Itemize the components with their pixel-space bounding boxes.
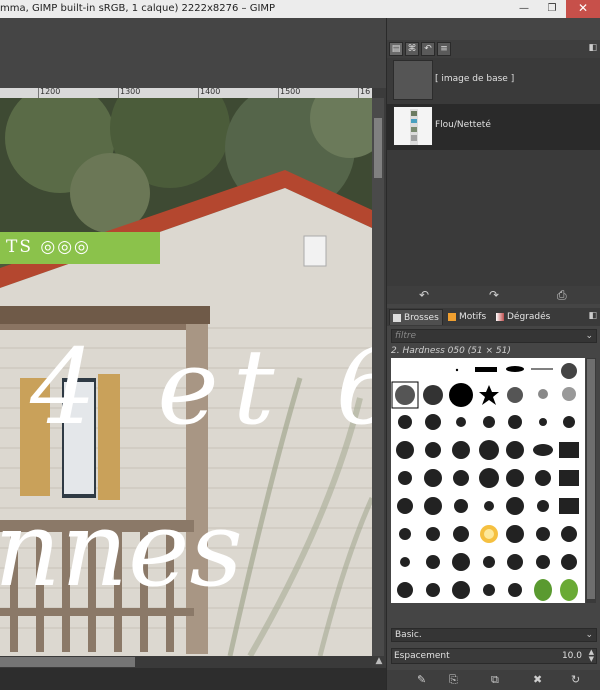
layer-row[interactable]: [ image de base ] xyxy=(387,58,600,104)
layer-name: Flou/Netteté xyxy=(435,120,491,130)
spinner-icon[interactable]: ▲ ▼ xyxy=(589,649,594,663)
tab-brushes[interactable]: Brosses xyxy=(389,309,443,325)
brush-tab-icon xyxy=(393,314,401,322)
minimize-button[interactable]: — xyxy=(510,0,538,18)
channels-icon[interactable]: ⌘ xyxy=(405,42,419,56)
green-banner: TS ◎◎◎ xyxy=(0,232,160,264)
spacing-label: Espacement xyxy=(394,651,450,661)
edit-brush-icon[interactable]: ✎ xyxy=(417,673,426,686)
dock-menu-icon[interactable]: ◧ xyxy=(588,311,597,321)
image-tab-strip xyxy=(0,18,386,88)
horizontal-scrollbar-thumb[interactable] xyxy=(0,657,135,667)
layers-dock-tabs: ▤ ⌘ ↶ ≡ ◧ xyxy=(387,40,600,58)
banner-text: TS ◎◎◎ xyxy=(6,237,91,257)
spacing-value: 10.0 xyxy=(561,651,582,661)
paths-icon[interactable]: ≡ xyxy=(437,42,451,56)
maximize-button[interactable]: ❐ xyxy=(538,0,566,18)
layer-name: [ image de base ] xyxy=(435,74,515,84)
brush-thumbnails xyxy=(391,363,579,601)
close-button[interactable]: ✕ xyxy=(566,0,600,18)
ruler-label: 1400 xyxy=(200,88,221,96)
status-bar xyxy=(0,668,386,690)
chevron-down-icon[interactable]: ⌄ xyxy=(585,330,593,342)
ruler-label: 1500 xyxy=(280,88,301,96)
tab-label: Brosses xyxy=(404,313,439,323)
redo-icon[interactable]: ↷ xyxy=(489,288,499,302)
undo-history-icon[interactable]: ↶ xyxy=(421,42,435,56)
ruler-label: 1300 xyxy=(120,88,141,96)
pattern-tab-icon xyxy=(448,313,456,321)
layer-thumbnail xyxy=(393,60,433,100)
brushes-dock-tabs: Brosses Motifs Dégradés ◧ xyxy=(387,308,600,326)
tab-patterns[interactable]: Motifs xyxy=(445,309,491,325)
ruler-label: 16 xyxy=(360,88,371,96)
brushes-button-bar: ✎ ⎘ ⧉ ✖ ↻ xyxy=(387,670,600,690)
title-bar: mma, GIMP built-in sRGB, 1 calque) 2222x… xyxy=(0,0,600,18)
layer-preview xyxy=(410,109,418,145)
tab-label: Dégradés xyxy=(507,312,551,322)
brush-preset-select[interactable]: Basic. ⌄ xyxy=(391,628,597,642)
refresh-brushes-icon[interactable]: ↻ xyxy=(571,673,580,686)
navigate-icon[interactable]: ▲ xyxy=(372,656,386,668)
brush-filter-input[interactable]: filtre ⌄ xyxy=(391,329,597,343)
duplicate-brush-icon[interactable]: ⧉ xyxy=(491,673,499,687)
brush-info: 2. Hardness 050 (51 × 51) xyxy=(391,346,511,356)
ruler-label: 1200 xyxy=(40,88,61,96)
brush-grid-scrollbar-thumb[interactable] xyxy=(587,359,595,599)
layers-list: [ image de base ] Flou/Netteté xyxy=(387,58,600,286)
chevron-down-icon[interactable]: ⌄ xyxy=(585,629,593,641)
layer-row[interactable]: Flou/Netteté xyxy=(387,104,600,150)
layers-button-bar: ↶ ↷ ⎙ xyxy=(387,286,600,304)
clear-history-icon[interactable]: ⎙ xyxy=(557,288,567,303)
spacing-slider[interactable]: Espacement 10.0 ▲ ▼ xyxy=(391,648,597,664)
layers-icon[interactable]: ▤ xyxy=(389,42,403,56)
brush-grid[interactable] xyxy=(391,358,585,603)
filter-placeholder: filtre xyxy=(395,331,417,341)
right-dock: ▤ ⌘ ↶ ≡ ◧ [ image de base ] Flou/Netteté xyxy=(386,18,600,690)
horizontal-ruler[interactable]: 1200 1300 1400 1500 16 xyxy=(0,88,372,98)
new-brush-icon[interactable]: ⎘ xyxy=(449,673,458,687)
undo-icon[interactable]: ↶ xyxy=(419,288,429,302)
vertical-scrollbar[interactable] xyxy=(372,98,384,656)
gradient-tab-icon xyxy=(496,313,504,321)
canvas-area: 1200 1300 1400 1500 16 TS ◎◎◎ 4 et nnes … xyxy=(0,18,386,690)
preset-value: Basic. xyxy=(395,630,422,640)
layer-thumbnail xyxy=(393,106,433,146)
tab-gradients[interactable]: Dégradés xyxy=(493,309,553,325)
overlay-text-main: 4 et 6 xyxy=(30,326,372,448)
window-title: mma, GIMP built-in sRGB, 1 calque) 2222x… xyxy=(0,3,276,14)
delete-brush-icon[interactable]: ✖ xyxy=(533,673,542,686)
tab-label: Motifs xyxy=(459,312,487,322)
image-canvas[interactable]: TS ◎◎◎ 4 et 6 nnes xyxy=(0,98,372,656)
dock-menu-icon[interactable]: ◧ xyxy=(588,43,597,53)
overlay-text-sub: nnes xyxy=(0,488,243,610)
vertical-scrollbar-thumb[interactable] xyxy=(374,118,382,178)
